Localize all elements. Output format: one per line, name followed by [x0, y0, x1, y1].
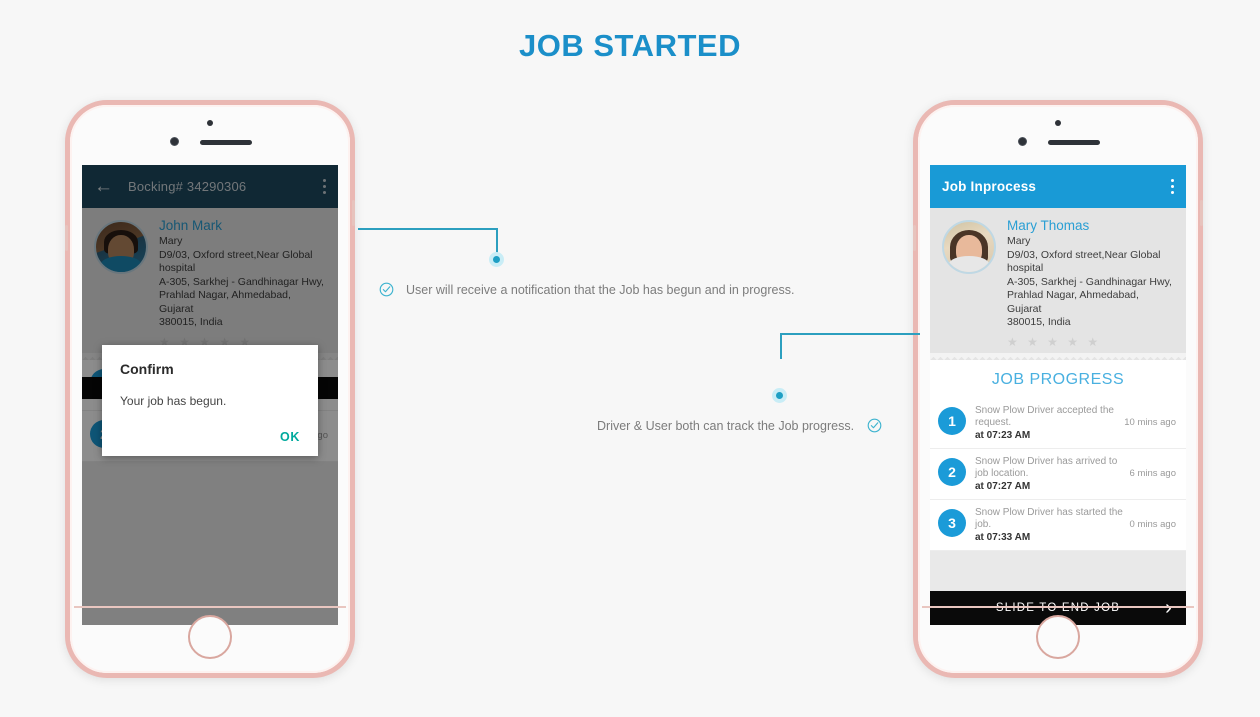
step-relative-time: 6 mins ago [1129, 468, 1176, 479]
phone-bezel-right: Job Inprocess Mary Thomas Mary D9/03, Ox… [918, 105, 1198, 673]
progress-step-row: 2 Snow Plow Driver has arrived to job lo… [930, 449, 1186, 500]
check-circle-icon [867, 418, 882, 433]
phone-bezel-left: ← Bocking# 34290306 John Mark Mary D9/03… [70, 105, 350, 673]
step-number-badge: 1 [938, 406, 966, 435]
connector-line-horizontal [780, 333, 920, 335]
connector-line-vertical [780, 333, 782, 359]
home-button[interactable] [188, 615, 232, 659]
screen-right: Job Inprocess Mary Thomas Mary D9/03, Ox… [930, 165, 1186, 625]
check-circle-icon [379, 282, 394, 297]
callout-dot-left [489, 252, 504, 267]
step-time: at 07:23 AM [975, 429, 1031, 441]
phone-power-button [1200, 200, 1203, 226]
profile-name: Mary Thomas [1007, 218, 1090, 233]
page-title: JOB STARTED [519, 28, 741, 63]
phone-bottom-seam [922, 606, 1194, 608]
profile-text-right: Mary Thomas Mary D9/03, Oxford street,Ne… [1007, 218, 1174, 349]
connector-line-vertical [496, 228, 498, 254]
phone-mockup-right: Job Inprocess Mary Thomas Mary D9/03, Ox… [913, 100, 1203, 678]
profile-address-line-3: A-305, Sarkhej - Gandhinagar Hwy, [1007, 275, 1172, 288]
phone-mockup-left: ← Bocking# 34290306 John Mark Mary D9/03… [65, 100, 355, 678]
dialog-title: Confirm [120, 361, 174, 377]
appbar-title-right: Job Inprocess [942, 179, 1037, 194]
callout-dot-right [772, 388, 787, 403]
connector-line-horizontal [358, 228, 498, 230]
profile-address-line-2: hospital [1007, 262, 1044, 274]
phone-volume-button [913, 225, 916, 251]
phone-hardware-top-right [920, 107, 1196, 165]
annotation-text-2: Driver & User both can track the Job pro… [597, 418, 855, 433]
ok-button[interactable]: OK [120, 430, 300, 444]
step-time: at 07:27 AM [975, 480, 1031, 492]
annotation-note-2: Driver & User both can track the Job pro… [597, 418, 882, 433]
progress-step-row: 3 Snow Plow Driver has started the job. … [930, 500, 1186, 551]
proximity-sensor-icon [1055, 120, 1061, 126]
torn-paper-divider [930, 352, 1186, 360]
front-camera-icon [170, 137, 179, 146]
step-relative-time: 0 mins ago [1129, 519, 1176, 530]
earpiece-speaker-icon [1048, 140, 1100, 145]
profile-card-right: Mary Thomas Mary D9/03, Oxford street,Ne… [930, 208, 1186, 353]
callout-connector-left [358, 228, 500, 262]
step-message: Snow Plow Driver has arrived to job loca… [975, 455, 1118, 479]
dialog-message: Your job has begun. [120, 394, 227, 408]
job-progress-heading: JOB PROGRESS [991, 370, 1125, 388]
callout-connector-right [778, 333, 920, 367]
chevron-right-icon: › [1165, 597, 1173, 619]
page-root: JOB STARTED ← Bocking# 34290306 John Mar… [0, 0, 1260, 717]
step-number-badge: 3 [938, 508, 966, 537]
profile-subname: Mary [1007, 235, 1031, 247]
phone-power-button [352, 200, 355, 226]
phone-bottom-seam [74, 606, 346, 608]
kebab-menu-icon[interactable] [1171, 178, 1174, 194]
annotation-note-1: User will receive a notification that th… [379, 282, 794, 297]
front-camera-icon [1018, 137, 1027, 146]
screen-left: ← Bocking# 34290306 John Mark Mary D9/03… [82, 165, 338, 625]
slide-to-end-job-label: SLIDE TO END JOB [995, 602, 1121, 614]
earpiece-speaker-icon [200, 140, 252, 145]
profile-address-line-4: Prahlad Nagar, Ahmedabad, Gujarat [1007, 289, 1139, 315]
step-time: at 07:33 AM [975, 531, 1031, 543]
step-message: Snow Plow Driver has started the job. [975, 506, 1123, 530]
profile-address-line-5: 380015, India [1007, 316, 1071, 328]
job-progress-right: JOB PROGRESS 1 Snow Plow Driver accepted… [930, 359, 1186, 551]
avatar-body [949, 256, 989, 272]
confirm-dialog: Confirm Your job has begun. OK [102, 345, 318, 456]
rating-stars[interactable]: ★ ★ ★ ★ ★ [1007, 335, 1174, 349]
phone-volume-button [65, 225, 68, 251]
profile-address-line-1: D9/03, Oxford street,Near Global [1007, 248, 1161, 261]
step-message: Snow Plow Driver accepted the request. [975, 404, 1114, 428]
appbar-right: Job Inprocess [930, 165, 1186, 208]
avatar [942, 220, 996, 274]
progress-step-row: 1 Snow Plow Driver accepted the request.… [930, 398, 1186, 449]
proximity-sensor-icon [207, 120, 213, 126]
home-button[interactable] [1036, 615, 1080, 659]
phone-hardware-top-left [72, 107, 348, 165]
annotation-text-1: User will receive a notification that th… [406, 282, 795, 297]
step-number-badge: 2 [938, 457, 966, 486]
step-relative-time: 10 mins ago [1124, 417, 1176, 428]
